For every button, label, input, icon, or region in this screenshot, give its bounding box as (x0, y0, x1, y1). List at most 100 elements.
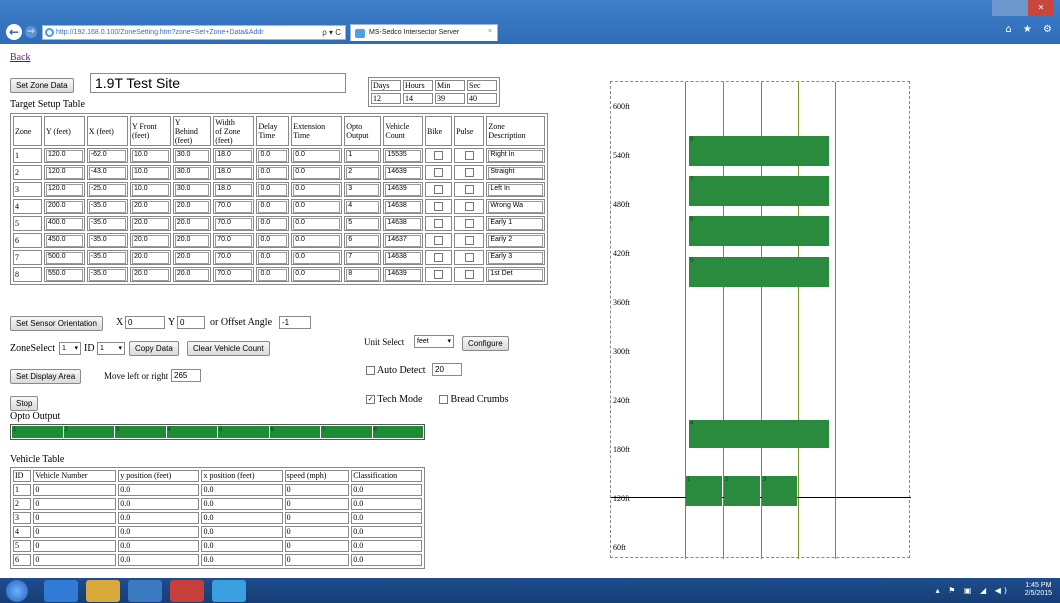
target-desc-input[interactable]: Straight (488, 166, 543, 179)
zone-rect[interactable]: 4 (689, 420, 829, 448)
chrome-taskbar-icon[interactable] (170, 580, 204, 602)
target-y-input[interactable]: 450.0 (45, 234, 83, 247)
zone-rect[interactable]: 7 (689, 176, 829, 206)
pulse-checkbox[interactable] (464, 253, 474, 263)
target-x-input[interactable]: -35.0 (88, 268, 126, 281)
target-desc-input[interactable]: Left In (488, 183, 543, 196)
target-delay-input[interactable]: 0.0 (258, 183, 288, 196)
target-ext-input[interactable]: 0.0 (293, 234, 341, 247)
target-yfront-input[interactable]: 20.0 (131, 251, 169, 264)
media-taskbar-icon[interactable] (128, 580, 162, 602)
target-ybehind-input[interactable]: 20.0 (174, 268, 210, 281)
target-yfront-input[interactable]: 20.0 (131, 217, 169, 230)
auto-detect-input[interactable]: 20 (432, 363, 462, 376)
tab-close-icon[interactable]: × (488, 28, 492, 35)
target-yfront-input[interactable]: 10.0 (131, 166, 169, 179)
target-yfront-input[interactable]: 20.0 (131, 268, 169, 281)
target-yfront-input[interactable]: 20.0 (131, 200, 169, 213)
close-window-icon[interactable]: ✕ (1028, 0, 1054, 16)
target-ybehind-input[interactable]: 20.0 (174, 200, 210, 213)
set-sensor-orientation-button[interactable]: Set Sensor Orientation (10, 316, 103, 331)
target-y-input[interactable]: 400.0 (45, 217, 83, 230)
target-ext-input[interactable]: 0.0 (293, 149, 341, 162)
target-desc-input[interactable]: Early 3 (488, 251, 543, 264)
target-x-input[interactable]: -35.0 (88, 200, 126, 213)
pulse-checkbox[interactable] (464, 202, 474, 212)
pulse-checkbox[interactable] (464, 219, 474, 229)
target-ybehind-input[interactable]: 20.0 (174, 251, 210, 264)
bike-checkbox[interactable] (434, 151, 444, 161)
target-delay-input[interactable]: 0.0 (258, 200, 288, 213)
explorer-taskbar-icon[interactable] (86, 580, 120, 602)
target-count-input[interactable]: 14639 (385, 166, 422, 179)
target-y-input[interactable]: 120.0 (45, 166, 83, 179)
set-display-area-button[interactable]: Set Display Area (10, 369, 82, 384)
target-opto-input[interactable]: 4 (346, 200, 380, 213)
target-desc-input[interactable]: Right In (488, 149, 543, 162)
clear-vehicle-count-button[interactable]: Clear Vehicle Count (187, 341, 270, 356)
bike-checkbox[interactable] (434, 168, 444, 178)
target-ybehind-input[interactable]: 20.0 (174, 234, 210, 247)
bike-checkbox[interactable] (434, 219, 444, 229)
unit-select-dropdown[interactable]: feet ▾ (414, 335, 454, 348)
browser-tab[interactable]: MS-Sedco Intersector Server × (350, 24, 498, 41)
target-width-input[interactable]: 70.0 (215, 200, 253, 213)
zone-rect[interactable]: 8 (689, 136, 829, 166)
copy-data-button[interactable]: Copy Data (129, 341, 179, 356)
bike-checkbox[interactable] (434, 253, 444, 263)
target-opto-input[interactable]: 3 (346, 183, 380, 196)
pulse-checkbox[interactable] (464, 236, 474, 246)
bike-checkbox[interactable] (434, 185, 444, 195)
target-desc-input[interactable]: Early 1 (488, 217, 543, 230)
target-opto-input[interactable]: 1 (346, 149, 380, 162)
target-x-input[interactable]: -62.0 (88, 149, 126, 162)
target-ext-input[interactable]: 0.0 (293, 217, 341, 230)
bike-checkbox[interactable] (434, 236, 444, 246)
zone-rect[interactable]: 3 (762, 476, 797, 506)
target-desc-input[interactable]: Wrong Wa (488, 200, 543, 213)
zone-rect[interactable]: 6 (689, 216, 829, 246)
forward-arrow-icon[interactable]: → (25, 26, 37, 38)
target-opto-input[interactable]: 6 (346, 234, 380, 247)
target-yfront-input[interactable]: 10.0 (131, 183, 169, 196)
target-count-input[interactable]: 14639 (385, 183, 422, 196)
target-count-input[interactable]: 14638 (385, 251, 422, 264)
zone-rect[interactable]: 2 (724, 476, 760, 506)
stop-button[interactable]: Stop (10, 396, 39, 411)
sensor-y-input[interactable]: 0 (177, 316, 205, 329)
offset-angle-input[interactable]: -1 (279, 316, 311, 329)
target-opto-input[interactable]: 7 (346, 251, 380, 264)
back-arrow-icon[interactable]: ← (6, 24, 22, 40)
target-desc-input[interactable]: Early 2 (488, 234, 543, 247)
target-ext-input[interactable]: 0.0 (293, 183, 341, 196)
system-tray-icons[interactable]: ▴ ⚑ ▣ ◢ ◀) (936, 586, 1010, 595)
address-bar[interactable]: http://192.168.0.100/ZoneSetting.htm?zon… (42, 25, 346, 40)
target-delay-input[interactable]: 0.0 (258, 149, 288, 162)
target-y-input[interactable]: 120.0 (45, 149, 83, 162)
app-s-taskbar-icon[interactable] (212, 580, 246, 602)
target-width-input[interactable]: 18.0 (215, 183, 253, 196)
target-ext-input[interactable]: 0.0 (293, 268, 341, 281)
target-opto-input[interactable]: 8 (346, 268, 380, 281)
target-delay-input[interactable]: 0.0 (258, 217, 288, 230)
target-x-input[interactable]: -35.0 (88, 217, 126, 230)
target-yfront-input[interactable]: 10.0 (131, 149, 169, 162)
target-count-input[interactable]: 15535 (385, 149, 422, 162)
target-ybehind-input[interactable]: 30.0 (174, 149, 210, 162)
pulse-checkbox[interactable] (464, 151, 474, 161)
start-button[interactable] (6, 580, 28, 602)
target-delay-input[interactable]: 0.0 (258, 166, 288, 179)
bike-checkbox[interactable] (434, 270, 444, 280)
bike-checkbox[interactable] (434, 202, 444, 212)
back-link[interactable]: Back (10, 52, 31, 63)
target-x-input[interactable]: -35.0 (88, 234, 126, 247)
target-x-input[interactable]: -43.0 (88, 166, 126, 179)
taskbar-clock[interactable]: 1:45 PM 2/5/2015 (1025, 582, 1052, 598)
target-desc-input[interactable]: 1st Det (488, 268, 543, 281)
pulse-checkbox[interactable] (464, 168, 474, 178)
target-ext-input[interactable]: 0.0 (293, 251, 341, 264)
set-zone-data-button[interactable]: Set Zone Data (10, 78, 74, 93)
target-width-input[interactable]: 70.0 (215, 251, 253, 264)
configure-button[interactable]: Configure (462, 336, 509, 351)
target-ybehind-input[interactable]: 30.0 (174, 166, 210, 179)
